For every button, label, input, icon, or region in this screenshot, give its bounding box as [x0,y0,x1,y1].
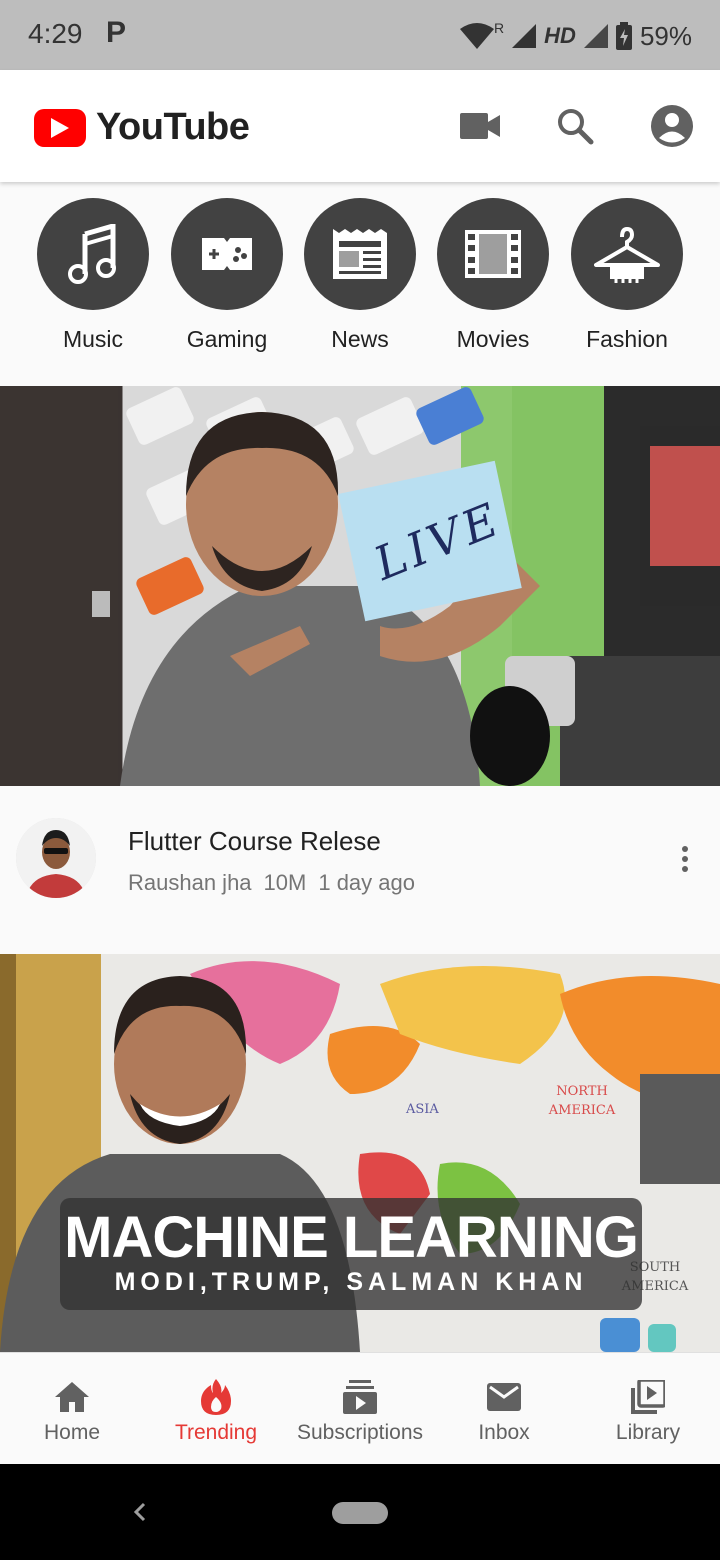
category-row: Music Gaming News Movies Fashion [0,182,720,386]
app-name: YouTube [96,106,250,148]
category-gaming[interactable]: Gaming [160,198,294,353]
gamepad-icon [171,198,283,310]
cell-signal-2-icon [583,24,608,48]
nav-label: Library [615,1421,681,1444]
search-icon[interactable] [550,101,600,151]
video-subtitle: Raushan jha 10M 1 day ago [128,870,415,896]
nav-label: Subscriptions [296,1421,424,1444]
video-camera-icon[interactable] [455,101,505,151]
home-icon [52,1377,92,1417]
nav-library[interactable]: Library [576,1353,720,1465]
thumbnail-subtitle: MODI,TRUMP, SALMAN KHAN [114,1268,588,1296]
category-label: Movies [456,326,530,352]
video-thumbnail[interactable]: LIVE [0,386,720,786]
map-label-asia: ASIA [406,1102,439,1117]
library-icon [628,1377,668,1417]
film-icon [437,198,549,310]
app-bar: YouTube [0,70,720,182]
thumbnail-caption-box: MACHINE LEARNING MODI,TRUMP, SALMAN KHAN [60,1198,642,1310]
battery-icon [615,22,632,50]
subscriptions-icon [340,1377,380,1417]
avatar[interactable] [16,818,96,898]
nav-inbox[interactable]: Inbox [432,1353,576,1465]
category-label: Gaming [186,326,268,352]
bottom-navigation: Home Trending Subscriptions Inbox Librar… [0,1352,720,1464]
upload-age: 1 day ago [318,870,415,895]
mail-icon [484,1377,524,1417]
more-options-icon[interactable] [670,844,700,874]
newspaper-icon [304,198,416,310]
system-navigation-bar [0,1464,720,1560]
nav-subscriptions[interactable]: Subscriptions [288,1353,432,1465]
nav-trending[interactable]: Trending [144,1353,288,1465]
play-logo-icon [34,108,86,147]
category-movies[interactable]: Movies [426,198,560,353]
roaming-label: R [494,20,505,36]
channel-name[interactable]: Raushan jha [128,870,252,896]
music-note-icon [37,198,149,310]
category-label: News [331,326,389,352]
video-thumbnail[interactable]: ASIA NORTH AMERICA SOUTH AMERICA MACHINE… [0,954,720,1352]
nav-home[interactable]: Home [0,1353,144,1465]
account-icon[interactable] [647,101,697,151]
youtube-logo[interactable]: YouTube [34,106,250,149]
wifi-icon [460,23,495,49]
network-type: HD [544,23,576,48]
flame-icon [196,1377,236,1417]
video-metadata: Flutter Course Relese Raushan jha 10M 1 … [0,786,720,954]
back-icon[interactable] [126,1494,156,1530]
cell-signal-icon [512,24,537,48]
view-count: 10M [263,870,307,895]
status-time: 4:29 [28,18,83,49]
status-indicators: R HD 59% [460,16,692,56]
nav-label: Trending [174,1421,258,1444]
video-title[interactable]: Flutter Course Relese [128,826,381,857]
hanger-icon [571,198,683,310]
thumbnail-title: MACHINE LEARNING [64,1205,639,1270]
map-label-north-america: NORTH AMERICA [548,1084,616,1118]
battery-percent: 59% [639,20,692,51]
notification-app-icon: P [106,16,127,49]
category-music[interactable]: Music [26,198,160,353]
home-pill-button[interactable] [332,1502,388,1524]
thumbnail-scene [0,386,720,786]
status-bar: 4:29 P R HD 59% [0,0,720,70]
category-label: Music [62,326,124,352]
category-label: Fashion [586,326,668,352]
nav-label: Home [43,1421,101,1444]
category-fashion[interactable]: Fashion [560,198,694,353]
category-news[interactable]: News [293,198,427,353]
nav-label: Inbox [478,1421,530,1444]
